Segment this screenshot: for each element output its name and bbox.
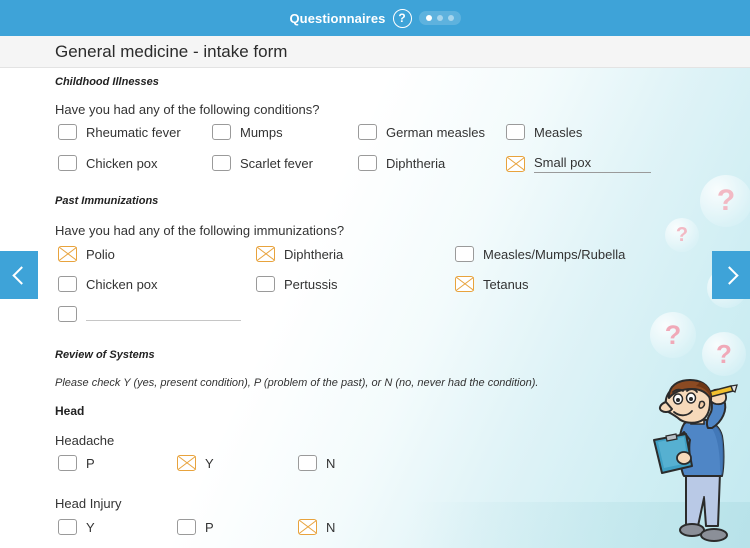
other-immunization-input[interactable] [86, 308, 241, 321]
help-icon[interactable]: ? [392, 8, 412, 28]
chevron-left-icon [11, 265, 31, 285]
checkbox-box[interactable] [298, 519, 317, 535]
top-bar: Questionnaires ? [0, 0, 750, 36]
mascot-illustration [653, 379, 738, 542]
review-item-label-head-injury: Head Injury [55, 496, 122, 511]
checkbox-label: Chicken pox [86, 276, 158, 292]
page-title: General medicine - intake form [55, 41, 288, 61]
checkbox-box[interactable] [212, 155, 231, 171]
checkbox-label: Y [205, 455, 214, 471]
form-title-bar: General medicine - intake form [0, 36, 750, 68]
review-instructions: Please check Y (yes, present condition),… [55, 377, 539, 389]
checkbox-box[interactable] [256, 246, 275, 262]
previous-page-button[interactable] [0, 251, 38, 299]
checkbox-box[interactable] [358, 124, 377, 140]
checkbox-label: Pertussis [284, 276, 338, 292]
checkbox-label: German measles [386, 124, 485, 140]
checkbox-box[interactable] [212, 124, 231, 140]
checkbox-german-measles[interactable]: German measles [358, 124, 485, 140]
checkbox-box[interactable] [506, 156, 525, 172]
checkbox-label: Scarlet fever [240, 155, 313, 171]
checkbox-label: P [205, 519, 214, 535]
page-dot-2[interactable] [436, 15, 443, 21]
checkbox-box[interactable] [177, 455, 196, 471]
checkbox-other-immunization[interactable] [58, 306, 241, 322]
review-subheading-head: Head [55, 404, 85, 418]
checkbox-label: N [326, 455, 336, 471]
checkbox-mmr[interactable]: Measles/Mumps/Rubella [455, 246, 625, 262]
checkbox-immunization-chicken-pox[interactable]: Chicken pox [58, 276, 158, 292]
checkbox-box[interactable] [58, 155, 77, 171]
next-page-button[interactable] [712, 251, 750, 299]
childhood-row-2: Chicken pox Scarlet fever Diphtheria Sma… [0, 155, 750, 185]
immunization-row-2: Chicken pox Pertussis Tetanus [0, 276, 750, 306]
checkbox-immunization-diphtheria[interactable]: Diphtheria [256, 246, 343, 262]
checkbox-mumps[interactable]: Mumps [212, 124, 283, 140]
checkbox-label: Measles [534, 124, 583, 140]
checkbox-label: Rheumatic fever [86, 124, 181, 140]
checkbox-head-injury-y[interactable]: Y [58, 519, 95, 535]
checkbox-label: Chicken pox [86, 155, 158, 171]
checkbox-scarlet-fever[interactable]: Scarlet fever [212, 155, 313, 171]
checkbox-box[interactable] [298, 455, 317, 471]
checkbox-label: Polio [86, 246, 115, 262]
section-heading-childhood: Childhood Illnesses [55, 76, 159, 88]
question-immunizations: Have you had any of the following immuni… [55, 223, 345, 238]
checkbox-diphtheria[interactable]: Diphtheria [358, 155, 445, 171]
section-heading-immunizations: Past Immunizations [55, 195, 159, 207]
checkbox-box[interactable] [358, 155, 377, 171]
app-title: Questionnaires [289, 10, 386, 26]
checkbox-label: Mumps [240, 124, 283, 140]
checkbox-head-injury-p[interactable]: P [177, 519, 214, 535]
checkbox-pertussis[interactable]: Pertussis [256, 276, 337, 292]
checkbox-box[interactable] [455, 246, 474, 262]
checkbox-box[interactable] [58, 276, 77, 292]
checkbox-label: P [86, 455, 95, 471]
checkbox-polio[interactable]: Polio [58, 246, 115, 262]
page-dot-3[interactable] [447, 15, 454, 21]
childhood-row-1: Rheumatic fever Mumps German measles Mea… [0, 124, 750, 154]
review-item-label-headache: Headache [55, 433, 115, 448]
checkbox-box[interactable] [58, 246, 77, 262]
checkbox-box[interactable] [58, 455, 77, 471]
checkbox-box[interactable] [256, 276, 275, 292]
questionnaire-app: Questionnaires ? General medicine - inta… [0, 0, 750, 548]
checkbox-box[interactable] [58, 306, 77, 322]
checkbox-small-pox[interactable]: Small pox [506, 155, 652, 173]
checkbox-headache-p[interactable]: P [58, 455, 95, 471]
section-heading-review: Review of Systems [55, 349, 155, 361]
question-childhood: Have you had any of the following condit… [55, 102, 320, 117]
checkbox-rheumatic-fever[interactable]: Rheumatic fever [58, 124, 181, 140]
checkbox-label: Y [86, 519, 95, 535]
chevron-right-icon [719, 265, 739, 285]
immunization-row-1: Polio Diphtheria Measles/Mumps/Rubella [0, 246, 750, 276]
checkbox-box[interactable] [58, 124, 77, 140]
checkbox-box[interactable] [58, 519, 77, 535]
checkbox-label: Tetanus [483, 276, 529, 292]
checkbox-box[interactable] [506, 124, 525, 140]
immunization-row-other [0, 306, 750, 336]
checkbox-head-injury-n[interactable]: N [298, 519, 335, 535]
checkbox-label: N [326, 519, 336, 535]
checkbox-headache-y[interactable]: Y [177, 455, 214, 471]
checkbox-measles[interactable]: Measles [506, 124, 582, 140]
checkbox-tetanus[interactable]: Tetanus [455, 276, 529, 292]
checkbox-headache-n[interactable]: N [298, 455, 335, 471]
checkbox-label: Diphtheria [284, 246, 344, 262]
checkbox-box[interactable] [177, 519, 196, 535]
checkbox-label: Measles/Mumps/Rubella [483, 246, 626, 262]
page-indicator[interactable] [418, 11, 461, 25]
checkbox-label: Diphtheria [386, 155, 446, 171]
checkbox-box[interactable] [455, 276, 474, 292]
page-dot-1[interactable] [425, 15, 432, 21]
checkbox-label: Small pox [534, 155, 652, 173]
checkbox-chicken-pox[interactable]: Chicken pox [58, 155, 158, 171]
